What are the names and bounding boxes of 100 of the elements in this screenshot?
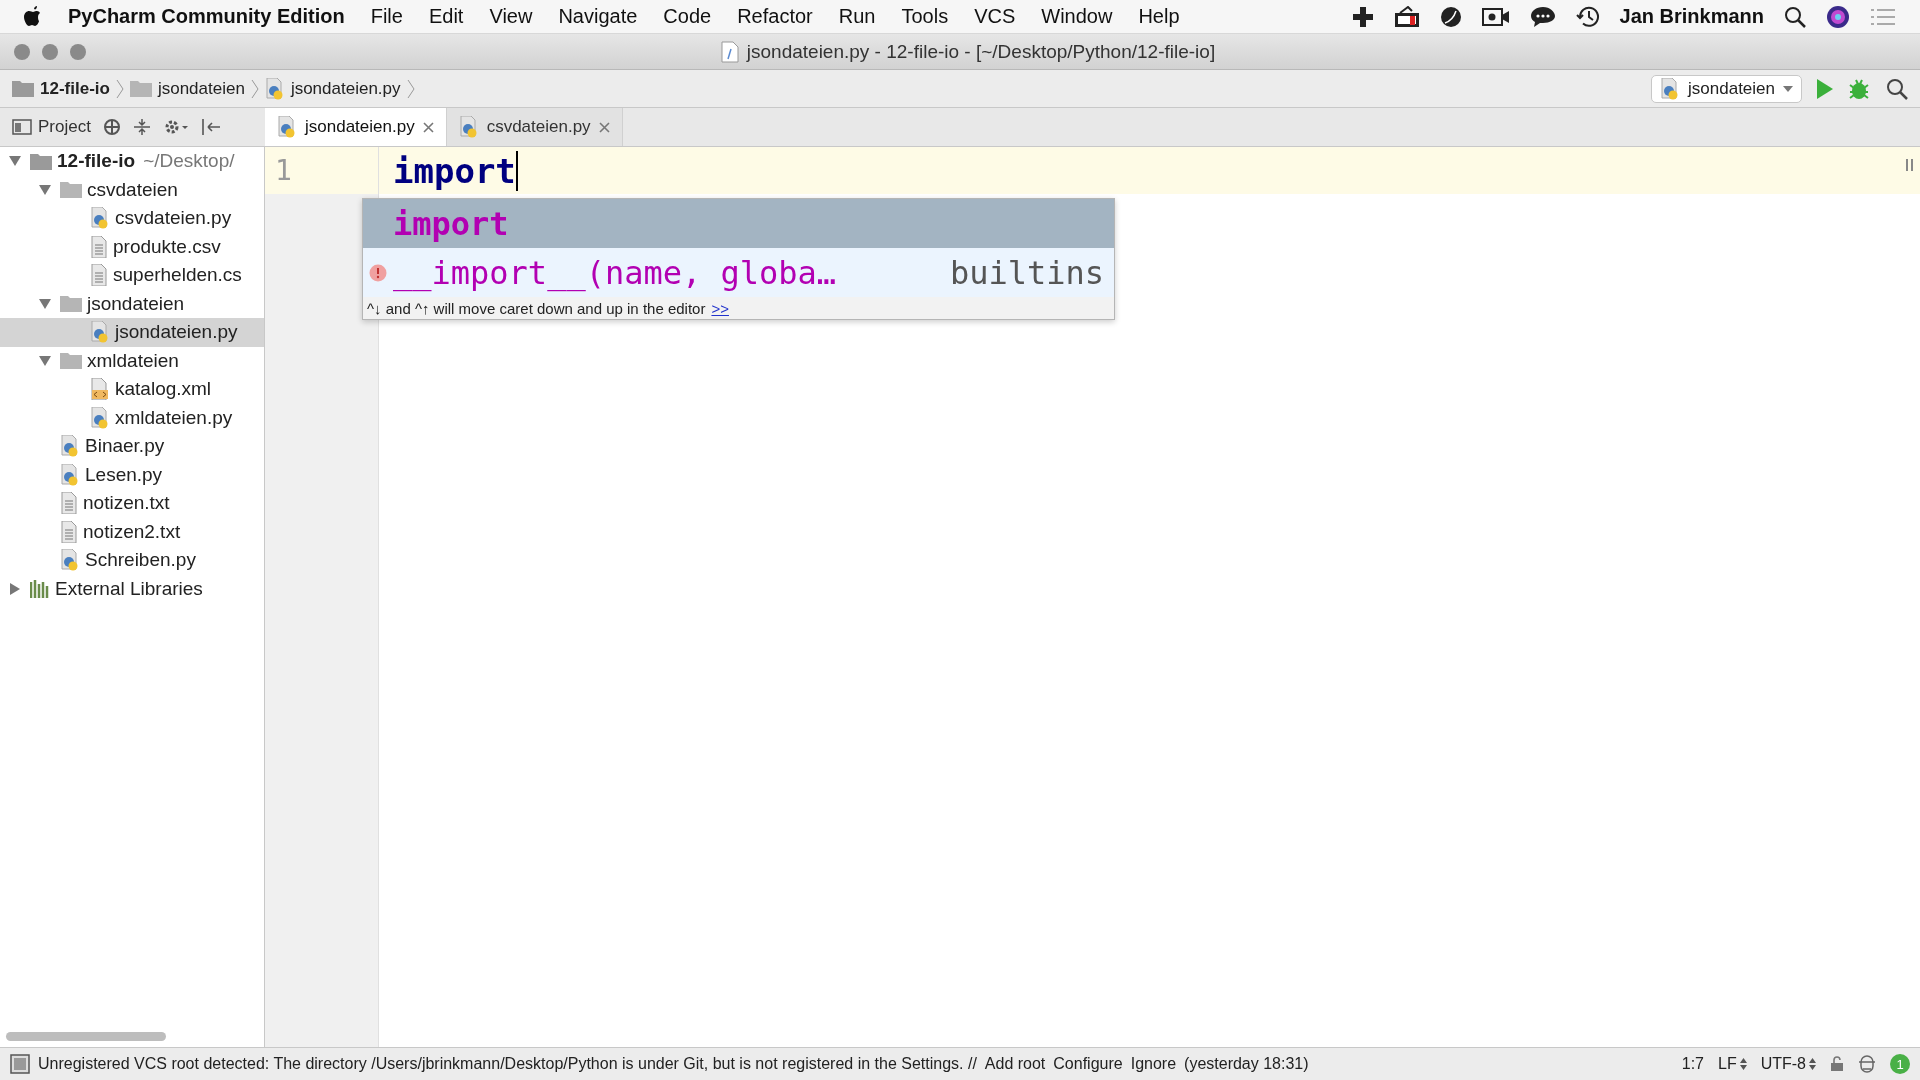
plus-icon[interactable] (1351, 5, 1374, 28)
text-file-icon (90, 264, 108, 287)
python-file-icon (90, 207, 110, 230)
editor-tab[interactable]: jsondateien.py (265, 108, 447, 146)
breadcrumb[interactable]: jsondateien (129, 78, 245, 99)
tree-item[interactable]: csvdateien (0, 175, 264, 204)
user-name[interactable]: Jan Brinkmann (1619, 5, 1764, 28)
collapse-arrow-icon[interactable] (38, 182, 52, 197)
run-icon[interactable] (1816, 77, 1834, 100)
menu-item[interactable]: Window (1041, 5, 1113, 28)
menu-item[interactable]: File (370, 5, 403, 28)
chat-bubble-icon[interactable] (1529, 5, 1556, 28)
run-configuration-dropdown[interactable]: jsondateien (1651, 74, 1802, 103)
chevron-icon (406, 78, 415, 99)
tree-item[interactable]: jsondateien (0, 289, 264, 318)
tree-item-label: superhelden.cs (113, 264, 242, 287)
menu-item[interactable]: Tools (901, 5, 949, 28)
tree-item[interactable]: 12-file-io ~/Desktop/ (0, 147, 264, 176)
menu-item[interactable]: View (489, 5, 533, 28)
menu-item[interactable]: Refactor (737, 5, 813, 28)
breadcrumb[interactable]: 12-file-io (12, 78, 110, 99)
search-icon[interactable] (1886, 77, 1908, 100)
updown-arrow-icon (1809, 1058, 1816, 1070)
status-link[interactable]: Ignore (1130, 1055, 1177, 1073)
updown-arrow-icon (1739, 1058, 1747, 1070)
tree-item-label: jsondateien (87, 292, 185, 315)
collapse-arrow-icon[interactable] (38, 353, 52, 368)
status-link[interactable]: Configure (1053, 1055, 1123, 1073)
expand-arrow-icon[interactable] (8, 581, 22, 596)
menu-item[interactable]: Navigate (558, 5, 638, 28)
camera-icon[interactable] (1481, 6, 1510, 27)
tree-item-label: External Libraries (55, 577, 203, 600)
tree-item[interactable]: Lesen.py (0, 460, 264, 489)
tree-item[interactable]: xmldateien.py (0, 403, 264, 432)
tree-item[interactable]: csvdateien.py (0, 204, 264, 233)
toolbox-icon[interactable] (1393, 5, 1420, 28)
tree-item[interactable]: notizen2.txt (0, 517, 264, 546)
menu-item[interactable]: Run (838, 5, 876, 28)
leaf-icon[interactable] (1439, 5, 1462, 28)
app-name[interactable]: PyCharm Community Edition (68, 5, 345, 28)
folder-icon (60, 295, 82, 313)
clock-icon[interactable] (1575, 5, 1600, 28)
crosshair-icon[interactable] (102, 118, 121, 136)
close-icon[interactable] (422, 121, 434, 133)
caret-icon (1783, 85, 1793, 92)
editor-tab[interactable]: csvdateien.py (446, 108, 623, 146)
tree-item-label: katalog.xml (115, 378, 212, 401)
file-icon (720, 40, 739, 63)
hint-link[interactable]: >> (711, 299, 729, 317)
menu-item[interactable]: Help (1138, 5, 1180, 28)
completion-source: builtins (949, 253, 1104, 292)
zoom-window-button[interactable] (70, 43, 86, 60)
python-file-icon (264, 77, 285, 100)
project-icon (12, 119, 32, 135)
python-file-icon (277, 116, 297, 138)
tree-item[interactable]: notizen.txt (0, 489, 264, 518)
tree-item[interactable]: Binaer.py (0, 432, 264, 461)
collapse-arrow-icon[interactable] (38, 296, 52, 311)
collapse-all-icon[interactable] (132, 118, 151, 136)
tree-item-label: produkte.csv (113, 235, 221, 258)
tree-item[interactable]: External Libraries (0, 574, 264, 603)
menu-item[interactable]: Edit (428, 5, 464, 28)
tree-item-label: jsondateien.py (115, 321, 238, 344)
encoding-selector[interactable]: UTF-8 (1760, 1055, 1816, 1073)
python-file-icon (60, 549, 80, 572)
completion-item[interactable]: __import__(name, globa… builtins (363, 248, 1114, 297)
python-file-icon (60, 463, 80, 486)
breadcrumb[interactable]: jsondateien.py (264, 77, 401, 100)
line-separator-selector[interactable]: LF (1718, 1055, 1747, 1073)
menu-item[interactable]: VCS (974, 5, 1016, 28)
tree-item[interactable]: jsondateien.py (0, 318, 264, 347)
tree-item[interactable]: superhelden.cs (0, 261, 264, 290)
lock-icon[interactable] (1830, 1056, 1844, 1072)
tree-item-label: csvdateien (87, 178, 178, 201)
menu-item[interactable]: Code (663, 5, 712, 28)
python-file-icon (458, 116, 479, 138)
tree-item-label: Lesen.py (85, 463, 163, 486)
minimize-window-button[interactable] (42, 43, 58, 60)
panel-toggle-icon[interactable] (10, 1054, 30, 1074)
status-link[interactable]: Add root (984, 1055, 1046, 1073)
tree-item[interactable]: katalog.xml (0, 375, 264, 404)
tree-item[interactable]: Schreiben.py (0, 546, 264, 575)
cursor-position[interactable]: 1:7 (1681, 1055, 1704, 1073)
orb-icon[interactable] (1826, 4, 1850, 29)
inspector-face-icon[interactable] (1858, 1054, 1876, 1074)
tree-item-label: notizen2.txt (83, 520, 181, 543)
close-icon[interactable] (598, 121, 610, 133)
apple-logo-icon[interactable] (24, 6, 42, 27)
hide-panel-icon[interactable] (200, 118, 221, 136)
search-icon[interactable] (1784, 5, 1806, 28)
tree-item-label: Schreiben.py (85, 549, 196, 572)
folder-icon (12, 80, 34, 97)
scrollbar[interactable] (6, 1032, 166, 1041)
tree-item[interactable]: produkte.csv (0, 232, 264, 261)
xml-file-icon (90, 378, 110, 401)
pause-marker-icon (1906, 159, 1914, 171)
close-window-button[interactable] (14, 43, 30, 60)
tree-item[interactable]: xmldateien (0, 346, 264, 375)
project-view-button[interactable]: Project (12, 117, 91, 137)
completion-hint: ^↓ and ^↑ will move caret down and up in the editor (367, 299, 706, 317)
